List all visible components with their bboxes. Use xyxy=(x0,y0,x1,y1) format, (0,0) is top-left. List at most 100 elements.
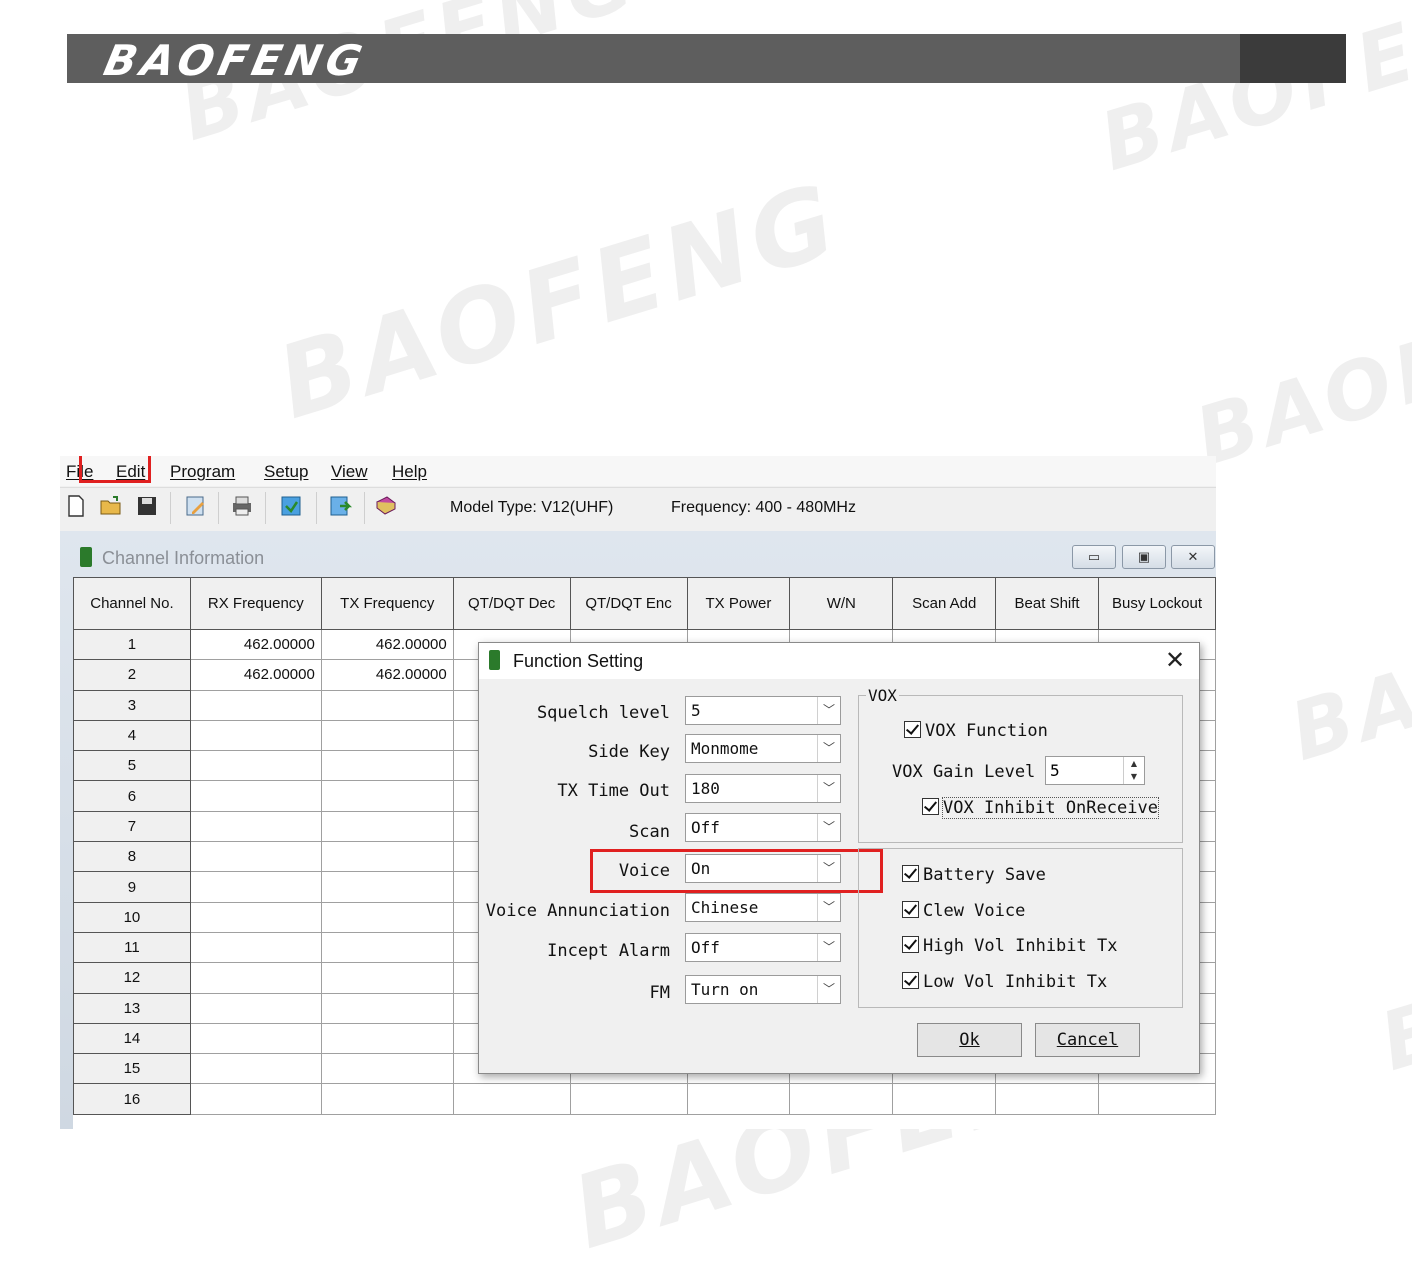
channel-number-cell[interactable]: 12 xyxy=(73,962,191,994)
read-icon[interactable] xyxy=(279,494,303,518)
column-header[interactable]: QT/DQT Dec xyxy=(452,577,571,630)
tx-frequency-cell[interactable] xyxy=(320,841,454,873)
channel-number-cell[interactable]: 9 xyxy=(73,871,191,903)
rx-frequency-cell[interactable]: 462.00000 xyxy=(189,659,322,691)
menu-program[interactable]: Program xyxy=(170,462,235,482)
minimize-button[interactable]: ▭ xyxy=(1072,545,1116,569)
rx-frequency-cell[interactable] xyxy=(189,901,322,933)
rx-frequency-cell[interactable] xyxy=(189,1053,322,1085)
channel-number-cell[interactable]: 8 xyxy=(73,841,191,873)
scan-select[interactable]: Off ﹀ xyxy=(685,813,841,842)
table-cell[interactable] xyxy=(892,1083,997,1115)
table-cell[interactable] xyxy=(686,1083,791,1115)
table-cell[interactable] xyxy=(569,1083,688,1115)
tx-frequency-cell[interactable] xyxy=(320,962,454,994)
open-folder-icon[interactable] xyxy=(99,494,123,518)
rx-frequency-cell[interactable] xyxy=(189,780,322,812)
print-icon[interactable] xyxy=(230,494,254,518)
channel-number-cell[interactable]: 4 xyxy=(73,719,191,752)
rx-frequency-cell[interactable] xyxy=(189,931,322,964)
rx-frequency-cell[interactable] xyxy=(189,810,322,843)
column-header[interactable]: RX Frequency xyxy=(189,577,322,630)
channel-number-cell[interactable]: 6 xyxy=(73,780,191,812)
rx-frequency-cell[interactable] xyxy=(189,992,322,1024)
column-header[interactable]: W/N xyxy=(789,577,894,630)
voice-annunciation-select[interactable]: Chinese ﹀ xyxy=(685,893,841,922)
channel-number-cell[interactable]: 5 xyxy=(73,750,191,782)
column-header[interactable]: Busy Lockout xyxy=(1098,577,1216,630)
tx-frequency-cell[interactable] xyxy=(320,1022,454,1055)
tx-frequency-cell[interactable] xyxy=(320,780,454,812)
tx-frequency-cell[interactable] xyxy=(320,1083,454,1115)
new-icon[interactable] xyxy=(64,494,88,518)
rx-frequency-cell[interactable]: 462.00000 xyxy=(189,628,322,661)
column-header[interactable]: TX Frequency xyxy=(320,577,454,630)
save-icon[interactable] xyxy=(135,494,159,518)
channel-number-cell[interactable]: 15 xyxy=(73,1053,191,1085)
rx-frequency-cell[interactable] xyxy=(189,719,322,752)
rx-frequency-cell[interactable] xyxy=(189,871,322,903)
spin-arrows-icon[interactable]: ▲ ▼ xyxy=(1123,757,1144,784)
table-row[interactable]: 16 xyxy=(73,1083,1216,1115)
channel-number-cell[interactable]: 11 xyxy=(73,931,191,964)
battery-save-checkbox[interactable]: Battery Save xyxy=(902,865,1046,885)
tx-frequency-cell[interactable]: 462.00000 xyxy=(320,659,454,691)
tx-frequency-cell[interactable] xyxy=(320,1053,454,1085)
column-header[interactable]: Scan Add xyxy=(892,577,997,630)
channel-number-cell[interactable]: 10 xyxy=(73,901,191,933)
channel-number-cell[interactable]: 14 xyxy=(73,1022,191,1055)
close-window-button[interactable]: ✕ xyxy=(1171,545,1215,569)
menu-setup[interactable]: Setup xyxy=(264,462,308,482)
tx-frequency-cell[interactable] xyxy=(320,719,454,752)
side-key-select[interactable]: Monmome ﹀ xyxy=(685,734,841,763)
tx-frequency-cell[interactable] xyxy=(320,992,454,1024)
vox-inhibit-checkbox[interactable]: VOX Inhibit OnReceive xyxy=(922,797,1159,819)
rx-frequency-cell[interactable] xyxy=(189,1022,322,1055)
book-icon[interactable] xyxy=(374,494,398,518)
tx-frequency-cell[interactable]: 462.00000 xyxy=(320,628,454,661)
channel-number-cell[interactable]: 3 xyxy=(73,689,191,721)
channel-number-cell[interactable]: 13 xyxy=(73,992,191,1024)
channel-number-cell[interactable]: 7 xyxy=(73,810,191,843)
low-vol-inhibit-checkbox[interactable]: Low Vol Inhibit Tx xyxy=(902,972,1107,992)
rx-frequency-cell[interactable] xyxy=(189,1083,322,1115)
rx-frequency-cell[interactable] xyxy=(189,962,322,994)
column-header[interactable]: Beat Shift xyxy=(995,577,1100,630)
restore-button[interactable]: ▣ xyxy=(1122,545,1166,569)
menu-view[interactable]: View xyxy=(331,462,368,482)
incept-alarm-select[interactable]: Off ﹀ xyxy=(685,933,841,962)
tx-frequency-cell[interactable] xyxy=(320,931,454,964)
tx-time-out-select[interactable]: 180 ﹀ xyxy=(685,774,841,803)
table-cell[interactable] xyxy=(452,1083,571,1115)
table-cell[interactable] xyxy=(789,1083,894,1115)
rx-frequency-cell[interactable] xyxy=(189,841,322,873)
close-icon[interactable]: ✕ xyxy=(1165,646,1185,674)
ok-button[interactable]: Ok xyxy=(917,1023,1022,1057)
squelch-level-select[interactable]: 5 ﹀ xyxy=(685,696,841,725)
column-header[interactable]: QT/DQT Enc xyxy=(569,577,688,630)
table-cell[interactable] xyxy=(995,1083,1100,1115)
fm-select[interactable]: Turn on ﹀ xyxy=(685,975,841,1004)
rx-frequency-cell[interactable] xyxy=(189,750,322,782)
tx-frequency-cell[interactable] xyxy=(320,871,454,903)
vox-gain-level-spinner[interactable]: 5 ▲ ▼ xyxy=(1045,756,1145,785)
menu-help[interactable]: Help xyxy=(392,462,427,482)
tx-frequency-cell[interactable] xyxy=(320,810,454,843)
column-header[interactable]: Channel No. xyxy=(73,577,191,630)
rx-frequency-cell[interactable] xyxy=(189,689,322,721)
high-vol-inhibit-checkbox[interactable]: High Vol Inhibit Tx xyxy=(902,936,1117,956)
tx-frequency-cell[interactable] xyxy=(320,750,454,782)
vox-function-checkbox[interactable]: VOX Function xyxy=(904,721,1048,741)
write-icon[interactable] xyxy=(328,494,352,518)
column-header[interactable]: TX Power xyxy=(686,577,791,630)
edit-icon[interactable] xyxy=(184,494,208,518)
chevron-down-icon: ﹀ xyxy=(817,697,840,724)
tx-frequency-cell[interactable] xyxy=(320,901,454,933)
table-cell[interactable] xyxy=(1098,1083,1216,1115)
channel-number-cell[interactable]: 1 xyxy=(73,628,191,661)
clew-voice-checkbox[interactable]: Clew Voice xyxy=(902,901,1025,921)
tx-frequency-cell[interactable] xyxy=(320,689,454,721)
cancel-button[interactable]: Cancel xyxy=(1035,1023,1140,1057)
channel-number-cell[interactable]: 2 xyxy=(73,659,191,691)
channel-number-cell[interactable]: 16 xyxy=(73,1083,191,1115)
